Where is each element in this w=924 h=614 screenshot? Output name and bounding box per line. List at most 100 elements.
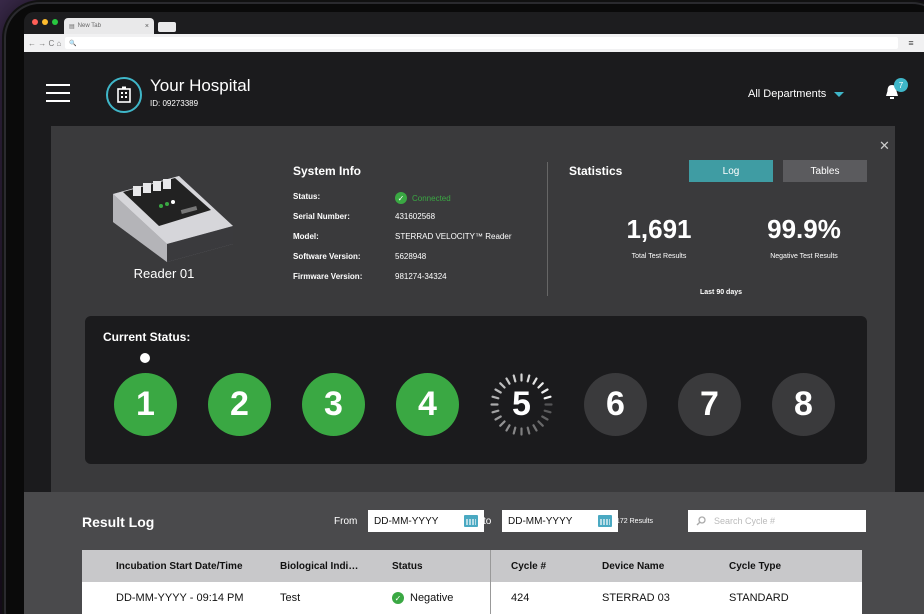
- minimize-window-button[interactable]: [42, 19, 48, 25]
- address-bar-row: ← → C ⌂ 🔍 ≡: [24, 34, 924, 52]
- nav-icons[interactable]: ← → C ⌂: [28, 39, 61, 48]
- browser-tab[interactable]: ▤ New Tab ×: [64, 18, 154, 34]
- column-header[interactable]: Device Name: [602, 561, 729, 572]
- browser-menu-icon[interactable]: ≡: [902, 38, 920, 48]
- step-3: 3: [302, 373, 365, 436]
- spinner-tick: [532, 377, 538, 385]
- current-status-title: Current Status:: [103, 330, 191, 344]
- status-row: Status: ✓ Connected: [293, 192, 451, 204]
- result-log-section: Result Log From DD-MM-YYYY to DD-MM-YYYY…: [24, 492, 924, 614]
- firmware-row: Firmware Version: 981274-34324: [293, 272, 447, 281]
- app-header: Your Hospital ID: 09273389 All Departmen…: [24, 52, 924, 128]
- results-count: 172 Results: [616, 518, 653, 525]
- from-label: From: [334, 516, 358, 527]
- step-7: 7: [678, 373, 741, 436]
- period-label: Last 90 days: [699, 289, 743, 296]
- spinner-tick: [537, 420, 544, 427]
- column-header[interactable]: Incubation Start Date/Time: [82, 561, 280, 572]
- step-5: 5: [490, 373, 553, 436]
- cell-date: DD-MM-YYYY - 09:14 PM: [116, 592, 244, 604]
- model-key: Model:: [293, 232, 319, 241]
- hospital-id: ID: 09273389: [150, 99, 199, 108]
- spinner-tick: [532, 424, 538, 432]
- software-value: 5628948: [395, 252, 427, 261]
- check-icon: ✓: [392, 592, 404, 604]
- status-value: Connected: [412, 193, 451, 203]
- spinner-tick: [499, 420, 506, 427]
- table-header: Incubation Start Date/Time Biological In…: [82, 550, 862, 582]
- calendar-icon[interactable]: [598, 515, 612, 527]
- spinner-tick: [543, 409, 552, 414]
- close-icon[interactable]: ✕: [879, 138, 890, 154]
- spinner-tick: [491, 395, 500, 400]
- spinner-tick: [541, 415, 549, 421]
- serial-row: Serial Number: 431602568: [293, 212, 435, 221]
- browser-tab-bar: ▤ New Tab ×: [24, 12, 924, 34]
- to-label: to: [483, 516, 492, 527]
- hamburger-menu-icon[interactable]: [46, 84, 70, 108]
- spinner-tick: [537, 382, 544, 389]
- hospital-name: Your Hospital: [150, 76, 251, 95]
- reader-name: Reader 01: [133, 266, 195, 281]
- url-input[interactable]: 🔍: [65, 37, 898, 49]
- model-row: Model: STERRAD VELOCITY™ Reader: [293, 232, 511, 241]
- chevron-down-icon: [834, 91, 845, 97]
- hospital-icon: [106, 77, 142, 113]
- spinner-tick: [505, 424, 511, 432]
- result-log-title: Result Log: [82, 514, 155, 530]
- status-indicator-dot: [140, 353, 150, 363]
- cell-status: Negative: [410, 592, 454, 604]
- log-button[interactable]: Log: [689, 160, 773, 182]
- column-header[interactable]: Cycle #: [490, 550, 602, 582]
- spinner-tick: [526, 374, 531, 383]
- column-header[interactable]: Cycle Type: [729, 561, 859, 572]
- reader-detail-panel: ✕ Reader 01 System Info Status: ✓ Connect…: [51, 126, 895, 492]
- serial-value: 431602568: [395, 212, 436, 221]
- negative-results-stat: 99.9% Negative Test Results: [739, 214, 869, 260]
- maximize-window-button[interactable]: [52, 19, 58, 25]
- negative-results-value: 99.9%: [767, 214, 841, 244]
- page-icon: ▤: [69, 23, 75, 30]
- current-status-box: Current Status: 1 2 3 4 5 6 7 8: [85, 316, 867, 464]
- spinner-tick: [543, 395, 552, 400]
- department-label: All Departments: [748, 88, 827, 100]
- step-1: 1: [114, 373, 177, 436]
- status-key: Status:: [293, 192, 321, 201]
- new-tab-button[interactable]: [158, 22, 176, 32]
- spinner-tick: [494, 388, 502, 394]
- tables-button[interactable]: Tables: [783, 160, 867, 182]
- cell-device: STERRAD 03: [602, 592, 670, 604]
- cell-bi: Test: [280, 592, 301, 604]
- serial-key: Serial Number:: [293, 212, 350, 221]
- software-key: Software Version:: [293, 252, 361, 261]
- spinner-tick: [491, 409, 500, 414]
- spinner-tick: [512, 374, 517, 383]
- check-icon: ✓: [395, 192, 407, 204]
- tab-close-icon[interactable]: ×: [145, 23, 149, 30]
- notification-badge: 7: [894, 78, 908, 92]
- statistics-title: Statistics: [569, 164, 623, 178]
- column-header[interactable]: Biological Indi…: [280, 561, 392, 572]
- close-window-button[interactable]: [32, 19, 38, 25]
- table-row[interactable]: DD-MM-YYYY - 09:14 PM Test ✓ Negative 424…: [82, 582, 862, 614]
- spinner-tick: [512, 426, 517, 435]
- spinner-tick: [505, 377, 511, 385]
- cell-type: STANDARD: [729, 592, 789, 604]
- from-date-input[interactable]: DD-MM-YYYY: [368, 510, 484, 532]
- calendar-icon[interactable]: [464, 515, 478, 527]
- spinner-tick: [541, 388, 549, 394]
- search-placeholder: Search Cycle #: [714, 516, 776, 526]
- software-row: Software Version: 5628948: [293, 252, 426, 261]
- tab-title: New Tab: [77, 23, 101, 29]
- search-cycle-input[interactable]: Search Cycle #: [688, 510, 866, 532]
- column-header[interactable]: Status: [392, 561, 490, 572]
- to-date-input[interactable]: DD-MM-YYYY: [502, 510, 618, 532]
- spinner-tick: [494, 415, 502, 421]
- negative-results-label: Negative Test Results: [770, 253, 838, 260]
- cell-cycle: 424: [490, 582, 602, 614]
- department-dropdown[interactable]: All Departments: [748, 88, 845, 100]
- step-6: 6: [584, 373, 647, 436]
- divider: [547, 162, 548, 296]
- screen: ▤ New Tab × ← → C ⌂ 🔍 ≡ Your Hospital ID…: [24, 12, 924, 614]
- search-icon: [696, 516, 706, 526]
